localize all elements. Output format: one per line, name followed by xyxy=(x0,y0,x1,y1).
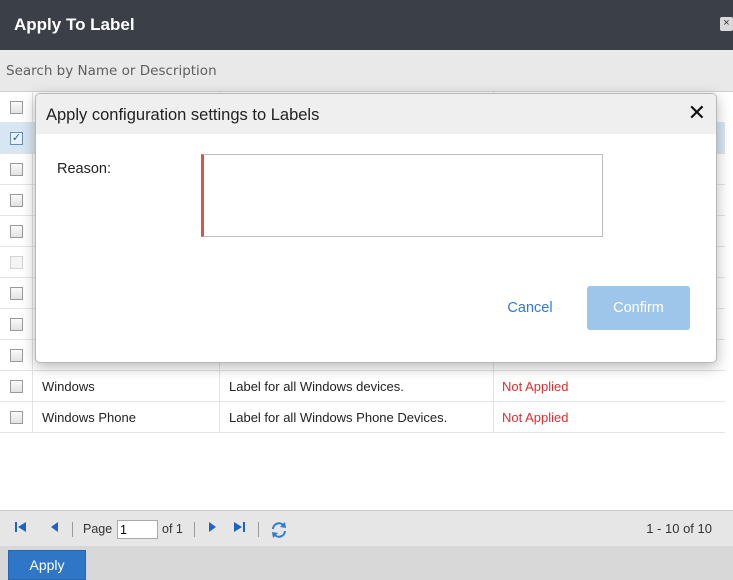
apply-settings-dialog: Apply configuration settings to Labels ✕… xyxy=(35,93,717,363)
row-checkbox-cell xyxy=(0,278,33,309)
apply-to-label-window: Apply To Label × ✓WOSLabel for all WOS D… xyxy=(0,0,733,580)
window-titlebar: Apply To Label × xyxy=(0,0,733,50)
prev-page-icon[interactable] xyxy=(50,511,59,547)
row-checkbox-cell xyxy=(0,216,33,247)
confirm-button[interactable]: Confirm xyxy=(587,286,690,330)
checkbox-icon[interactable] xyxy=(10,194,23,207)
label-name-cell: Windows xyxy=(33,371,220,402)
pager-divider xyxy=(72,522,73,537)
pager-divider xyxy=(194,522,195,537)
status-cell: Not Applied xyxy=(502,410,569,425)
search-input[interactable] xyxy=(4,58,724,84)
status-cell: Not Applied xyxy=(502,379,569,394)
row-checkbox-cell xyxy=(0,154,33,185)
first-page-icon[interactable] xyxy=(14,511,27,547)
checkbox-icon xyxy=(10,256,23,269)
checkbox-icon[interactable] xyxy=(10,318,23,331)
close-icon[interactable]: ✕ xyxy=(688,102,706,124)
next-page-icon[interactable] xyxy=(208,511,217,547)
table-row[interactable]: Windows Phone Label for all Windows Phone… xyxy=(0,402,725,433)
pager-divider xyxy=(258,522,259,537)
page-number-input[interactable] xyxy=(117,520,158,539)
checkbox-icon[interactable] xyxy=(10,101,23,114)
page-count-label: of 1 xyxy=(162,522,183,536)
checkbox-icon[interactable] xyxy=(10,225,23,238)
row-checkbox-cell: ✓ xyxy=(0,123,33,154)
reason-label: Reason: xyxy=(57,161,112,177)
table-row[interactable]: Windows Label for all Windows devices. Not… xyxy=(0,371,725,402)
row-checkbox-cell xyxy=(0,371,33,402)
dialog-header: Apply configuration settings to Labels ✕ xyxy=(36,94,716,134)
window-close-icon[interactable]: × xyxy=(720,17,733,31)
page-label: Page xyxy=(83,522,113,536)
result-range: 1 - 10 of 10 xyxy=(646,521,712,536)
dialog-title: Apply configuration settings to Labels xyxy=(46,106,320,124)
window-title: Apply To Label xyxy=(14,15,135,34)
checkbox-icon[interactable] xyxy=(10,380,23,393)
search-bar xyxy=(0,50,733,92)
row-checkbox-cell xyxy=(0,185,33,216)
footer-bar: Apply xyxy=(0,546,733,580)
checkbox-icon[interactable]: ✓ xyxy=(10,132,23,145)
label-description-cell: Label for all Windows devices. xyxy=(220,371,494,402)
checkbox-icon[interactable] xyxy=(10,163,23,176)
cancel-button[interactable]: Cancel xyxy=(490,297,570,319)
label-name-cell: Windows Phone xyxy=(33,402,220,433)
row-checkbox-cell xyxy=(0,247,33,278)
row-checkbox-cell xyxy=(0,340,33,371)
row-checkbox-cell xyxy=(0,402,33,433)
row-checkbox-cell xyxy=(0,309,33,340)
checkbox-icon[interactable] xyxy=(10,349,23,362)
checkbox-icon[interactable] xyxy=(10,287,23,300)
last-page-icon[interactable] xyxy=(233,511,246,547)
label-description-cell: Label for all Windows Phone Devices. xyxy=(220,402,494,433)
row-checkbox-cell xyxy=(0,92,33,123)
apply-button[interactable]: Apply xyxy=(8,550,86,580)
pagination-bar: Page of 1 1 - 10 of 10 xyxy=(0,510,733,546)
reason-input[interactable] xyxy=(201,154,603,237)
refresh-icon[interactable] xyxy=(270,511,288,547)
checkbox-icon[interactable] xyxy=(10,411,23,424)
